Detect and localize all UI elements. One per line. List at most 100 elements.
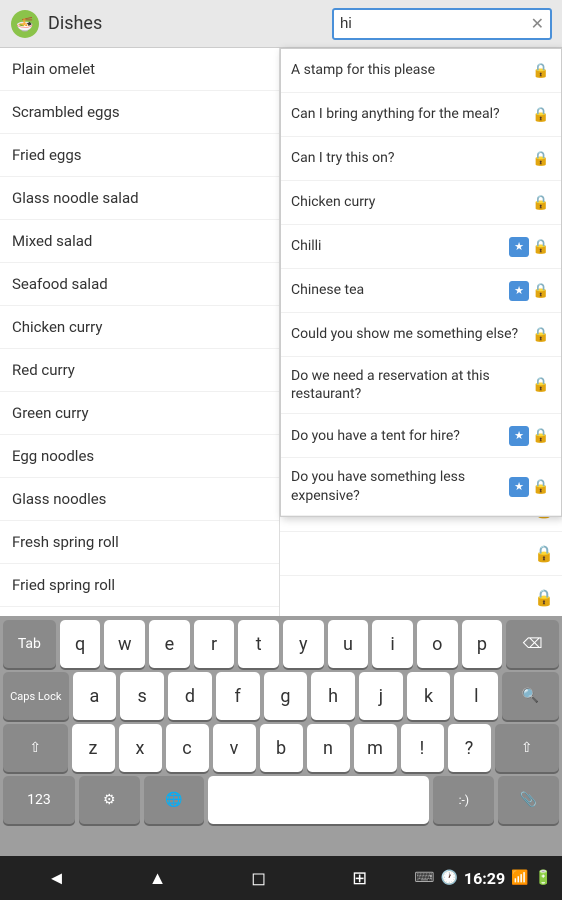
nav-back[interactable]: ◄: [10, 868, 103, 889]
list-item[interactable]: Red curry: [0, 349, 279, 392]
key-z[interactable]: z: [72, 724, 115, 772]
right-lock-item: 🔒: [280, 532, 562, 576]
dropdown-item-icons: ★🔒: [509, 426, 551, 446]
keyboard-row-4: 123 ⚙ 🌐 :-) 📎: [0, 772, 562, 824]
nav-recent[interactable]: ◻: [212, 868, 305, 889]
key-c[interactable]: c: [166, 724, 209, 772]
key-s[interactable]: s: [120, 672, 164, 720]
dropdown-item[interactable]: Could you show me something else?🔒: [281, 313, 561, 357]
clock-icon: 🕐: [440, 870, 457, 886]
key-k[interactable]: k: [407, 672, 451, 720]
status-right: ⌨ 🕐 16:29 📶 🔋: [414, 869, 552, 888]
dropdown-item[interactable]: Chicken curry🔒: [281, 181, 561, 225]
key-l[interactable]: l: [454, 672, 498, 720]
dropdown-item[interactable]: Do we need a reservation at this restaur…: [281, 357, 561, 414]
key-j[interactable]: j: [359, 672, 403, 720]
dropdown-item-icons: 🔒: [531, 193, 551, 213]
key-question[interactable]: ?: [448, 724, 491, 772]
key-tab[interactable]: Tab: [3, 620, 56, 668]
search-clear-icon[interactable]: ✕: [531, 14, 544, 33]
lock-icon: 🔒: [531, 281, 551, 301]
lock-icon: 🔒: [531, 237, 551, 257]
lock-icon: 🔒: [531, 61, 551, 81]
key-t[interactable]: t: [238, 620, 279, 668]
key-shift-right[interactable]: ⇧: [495, 724, 560, 772]
key-o[interactable]: o: [417, 620, 458, 668]
lock-icon: 🔒: [531, 193, 551, 213]
key-space[interactable]: [208, 776, 429, 824]
status-time: 16:29: [464, 869, 505, 888]
key-emoji[interactable]: 📎: [498, 776, 559, 824]
dropdown-item[interactable]: Chilli★🔒: [281, 225, 561, 269]
key-shift-left[interactable]: ⇧: [3, 724, 68, 772]
key-n[interactable]: n: [307, 724, 350, 772]
key-caps-lock[interactable]: Caps Lock: [3, 672, 69, 720]
key-123[interactable]: 123: [3, 776, 75, 824]
dropdown-item[interactable]: Can I try this on?🔒: [281, 137, 561, 181]
lock-icon: 🔒: [531, 325, 551, 345]
list-item[interactable]: Glass noodle salad: [0, 177, 279, 220]
key-b[interactable]: b: [260, 724, 303, 772]
key-y[interactable]: y: [283, 620, 324, 668]
keyboard-row-1: Tab q w e r t y u i o p ⌫: [0, 616, 562, 668]
list-item[interactable]: Mixed salad: [0, 220, 279, 263]
list-item[interactable]: Seafood salad: [0, 263, 279, 306]
key-d[interactable]: d: [168, 672, 212, 720]
list-item[interactable]: Fresh spring roll: [0, 521, 279, 564]
dropdown-item[interactable]: Can I bring anything for the meal?🔒: [281, 93, 561, 137]
list-item[interactable]: Green curry: [0, 392, 279, 435]
key-m[interactable]: m: [354, 724, 397, 772]
key-p[interactable]: p: [462, 620, 503, 668]
list-item[interactable]: Glass noodles: [0, 478, 279, 521]
svg-text:🍜: 🍜: [16, 16, 33, 33]
nav-grid[interactable]: ⊞: [313, 868, 406, 889]
key-h[interactable]: h: [311, 672, 355, 720]
dropdown-item-text: Can I try this on?: [291, 149, 527, 167]
key-q[interactable]: q: [60, 620, 101, 668]
key-i[interactable]: i: [372, 620, 413, 668]
list-item[interactable]: Chicken curry: [0, 306, 279, 349]
keyboard-row-2: Caps Lock a s d f g h j k l 🔍: [0, 668, 562, 720]
lock-icon: 🔒: [531, 375, 551, 395]
key-x[interactable]: x: [119, 724, 162, 772]
dropdown-item[interactable]: Do you have something less expensive?★🔒: [281, 458, 561, 515]
search-input[interactable]: [340, 15, 520, 32]
dropdown-item-text: Chilli: [291, 237, 505, 255]
key-e[interactable]: e: [149, 620, 190, 668]
key-exclaim[interactable]: !: [401, 724, 444, 772]
list-item[interactable]: Tom Yum: [0, 607, 279, 616]
nav-home[interactable]: ▲: [111, 868, 204, 889]
dropdown-item-text: A stamp for this please: [291, 61, 527, 79]
list-item[interactable]: Scrambled eggs: [0, 91, 279, 134]
key-a[interactable]: a: [73, 672, 117, 720]
dropdown-item-text: Do we need a reservation at this restaur…: [291, 367, 527, 403]
list-item[interactable]: Fried eggs: [0, 134, 279, 177]
key-backspace[interactable]: ⌫: [506, 620, 559, 668]
dropdown-item-icons: 🔒: [531, 61, 551, 81]
dropdown-item-text: Do you have something less expensive?: [291, 468, 505, 504]
key-f[interactable]: f: [216, 672, 260, 720]
dropdown-item-text: Chinese tea: [291, 281, 505, 299]
dropdown-item[interactable]: A stamp for this please🔒: [281, 49, 561, 93]
key-g[interactable]: g: [264, 672, 308, 720]
dropdown-item[interactable]: Chinese tea★🔒: [281, 269, 561, 313]
key-search[interactable]: 🔍: [502, 672, 559, 720]
key-smiley[interactable]: :-): [433, 776, 494, 824]
favorite-icon: ★: [509, 477, 529, 497]
search-box[interactable]: ✕: [332, 8, 552, 40]
list-item[interactable]: Egg noodles: [0, 435, 279, 478]
app-icon: 🍜: [10, 9, 40, 39]
key-globe[interactable]: 🌐: [144, 776, 205, 824]
lock-icon: 🔒: [531, 477, 551, 497]
key-v[interactable]: v: [213, 724, 256, 772]
key-u[interactable]: u: [328, 620, 369, 668]
key-r[interactable]: r: [194, 620, 235, 668]
dropdown-item[interactable]: Do you have a tent for hire?★🔒: [281, 414, 561, 458]
key-w[interactable]: w: [104, 620, 145, 668]
dropdown-item-text: Do you have a tent for hire?: [291, 427, 505, 445]
app-title: Dishes: [48, 13, 332, 34]
list-item[interactable]: Plain omelet: [0, 48, 279, 91]
list-item[interactable]: Fried spring roll: [0, 564, 279, 607]
dropdown-item-text: Chicken curry: [291, 193, 527, 211]
key-settings[interactable]: ⚙: [79, 776, 140, 824]
